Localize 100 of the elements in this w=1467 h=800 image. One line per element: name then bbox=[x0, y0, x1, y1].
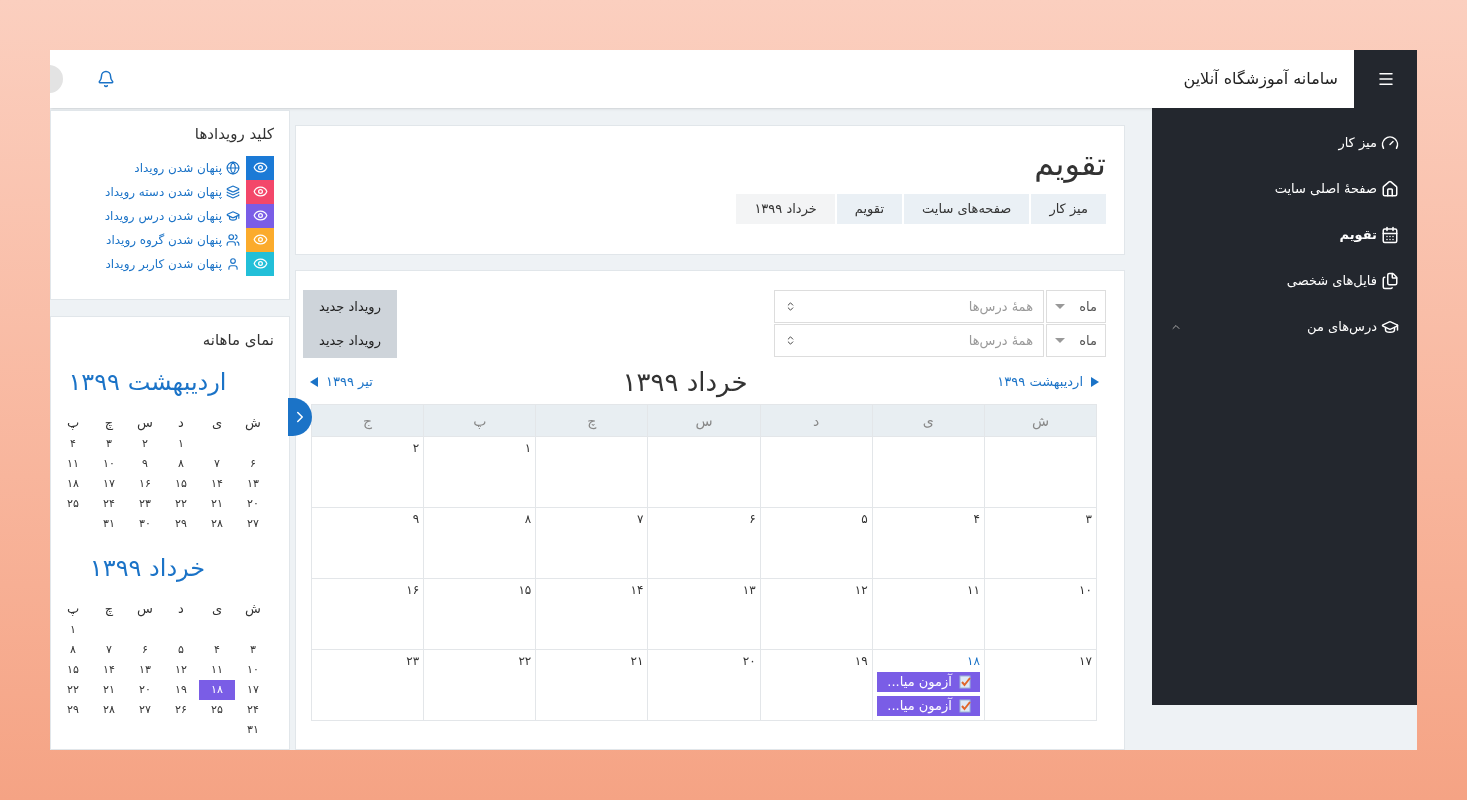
view-select[interactable]: ماه bbox=[1046, 290, 1106, 323]
day-number[interactable]: ۱۶ bbox=[406, 583, 420, 597]
calendar-day[interactable]: ۲۴ bbox=[235, 699, 271, 720]
calendar-day[interactable]: ۱۳ bbox=[235, 473, 271, 494]
day-number[interactable]: ۹ bbox=[412, 512, 420, 526]
calendar-day[interactable]: ۲ bbox=[127, 433, 163, 454]
calendar-day[interactable]: ۷ bbox=[199, 453, 235, 474]
calendar-day[interactable]: ۱۵ bbox=[163, 473, 199, 494]
event-filter-link[interactable]: پنهان شدن رویداد bbox=[134, 158, 222, 177]
day-number[interactable]: ۱۵ bbox=[518, 583, 532, 597]
calendar-day[interactable]: ۱۷ bbox=[235, 679, 271, 700]
visibility-toggle[interactable] bbox=[246, 179, 274, 204]
calendar-day[interactable]: ۱۹ bbox=[163, 679, 199, 700]
day-number[interactable]: ۱۰ bbox=[1079, 583, 1092, 597]
day-number[interactable]: ۱۹ bbox=[854, 654, 868, 668]
day-number[interactable]: ۴ bbox=[973, 512, 980, 526]
previous-month-link[interactable]: اردیبهشت ۱۳۹۹ bbox=[997, 372, 1099, 392]
calendar-day[interactable]: ۱۸ bbox=[199, 679, 235, 700]
event-filter-link[interactable]: پنهان شدن گروه رویداد bbox=[106, 230, 222, 249]
breadcrumb-item[interactable]: تقویم bbox=[834, 194, 903, 224]
event-chip[interactable]: آزمون میا... bbox=[876, 672, 980, 692]
calendar-day[interactable]: ۱۳ bbox=[127, 659, 163, 680]
calendar-day[interactable]: ۱۷ bbox=[91, 473, 127, 494]
event-filter-link[interactable]: پنهان شدن درس رویداد bbox=[104, 206, 222, 225]
calendar-day[interactable]: ۲۷ bbox=[127, 699, 163, 720]
day-number[interactable]: ۲۱ bbox=[630, 654, 644, 668]
calendar-day[interactable]: ۳۰ bbox=[127, 513, 163, 534]
calendar-day[interactable]: ۲۹ bbox=[163, 513, 199, 534]
calendar-day[interactable]: ۱۸ bbox=[55, 473, 91, 494]
calendar-day[interactable]: ۵ bbox=[163, 639, 199, 660]
calendar-day[interactable]: ۱۶ bbox=[127, 473, 163, 494]
calendar-day[interactable]: ۳ bbox=[235, 639, 271, 660]
calendar-day[interactable]: ۱۰ bbox=[91, 453, 127, 474]
day-number[interactable]: ۱۸ bbox=[966, 654, 980, 668]
notification-bell-icon[interactable] bbox=[97, 70, 115, 88]
day-number[interactable]: ۶ bbox=[749, 512, 756, 526]
breadcrumb-item[interactable]: خرداد ۱۳۹۹ bbox=[736, 194, 835, 224]
day-number[interactable]: ۷ bbox=[637, 512, 644, 526]
visibility-toggle[interactable] bbox=[246, 203, 274, 228]
day-number[interactable]: ۵ bbox=[861, 512, 868, 526]
calendar-day[interactable]: ۸ bbox=[55, 639, 91, 660]
event-filter-link[interactable]: پنهان شدن کاربر رویداد bbox=[105, 254, 222, 273]
breadcrumb-item[interactable]: صفحه‌های سایت bbox=[902, 194, 1030, 224]
event-chip[interactable]: آزمون میا... bbox=[876, 696, 980, 716]
calendar-day[interactable]: ۱۵ bbox=[55, 659, 91, 680]
calendar-day[interactable]: ۶ bbox=[235, 453, 271, 474]
calendar-day[interactable]: ۱۱ bbox=[55, 453, 91, 474]
sidebar-item[interactable]: فایل‌های شخصی bbox=[1152, 258, 1417, 304]
calendar-day[interactable]: ۳۱ bbox=[235, 719, 271, 740]
calendar-day[interactable]: ۴ bbox=[199, 639, 235, 660]
day-number[interactable]: ۲۰ bbox=[742, 654, 756, 668]
calendar-day[interactable]: ۴ bbox=[55, 433, 91, 454]
calendar-day[interactable]: ۱۱ bbox=[199, 659, 235, 680]
sidebar-item[interactable]: تقویم bbox=[1152, 212, 1417, 258]
calendar-day[interactable]: ۱۲ bbox=[163, 659, 199, 680]
calendar-day[interactable]: ۲۲ bbox=[163, 493, 199, 514]
next-month-link[interactable]: تیر ۱۳۹۹ bbox=[310, 372, 373, 392]
day-number[interactable]: ۱۳ bbox=[742, 583, 756, 597]
day-number[interactable]: ۱۴ bbox=[630, 583, 644, 597]
event-filter-link[interactable]: پنهان شدن دسته رویداد bbox=[105, 182, 222, 201]
calendar-day[interactable]: ۲۶ bbox=[163, 699, 199, 720]
visibility-toggle[interactable] bbox=[246, 251, 274, 276]
breadcrumb-item[interactable]: میز کار bbox=[1029, 194, 1106, 224]
calendar-day[interactable]: ۱۰ bbox=[235, 659, 271, 680]
calendar-day[interactable]: ۲۵ bbox=[199, 699, 235, 720]
calendar-day[interactable]: ۸ bbox=[163, 453, 199, 474]
calendar-day[interactable]: ۲۴ bbox=[91, 493, 127, 514]
day-number[interactable]: ۱۲ bbox=[854, 583, 868, 597]
drawer-toggle-button[interactable] bbox=[288, 398, 312, 436]
day-number[interactable]: ۲ bbox=[412, 441, 420, 455]
sidebar-item[interactable]: میز کار bbox=[1152, 120, 1417, 166]
calendar-day[interactable]: ۲۰ bbox=[127, 679, 163, 700]
calendar-day[interactable]: ۱ bbox=[163, 433, 199, 454]
sidebar-item[interactable]: صفحهٔ اصلی سایت bbox=[1152, 166, 1417, 212]
day-number[interactable]: ۲۲ bbox=[518, 654, 532, 668]
day-number[interactable]: ۱ bbox=[524, 441, 532, 455]
calendar-day[interactable]: ۲۷ bbox=[235, 513, 271, 534]
calendar-day[interactable]: ۲۸ bbox=[91, 699, 127, 720]
view-select[interactable]: ماه bbox=[1046, 324, 1106, 357]
calendar-day[interactable]: ۲۲ bbox=[55, 679, 91, 700]
calendar-day[interactable]: ۲۱ bbox=[199, 493, 235, 514]
calendar-day[interactable]: ۲۸ bbox=[199, 513, 235, 534]
calendar-day[interactable]: ۳ bbox=[91, 433, 127, 454]
day-number[interactable]: ۱۷ bbox=[1079, 654, 1092, 668]
visibility-toggle[interactable] bbox=[246, 227, 274, 252]
sidebar-item[interactable]: درس‌های من bbox=[1152, 304, 1417, 350]
calendar-day[interactable]: ۲۵ bbox=[55, 493, 91, 514]
calendar-day[interactable]: ۶ bbox=[127, 639, 163, 660]
calendar-day[interactable]: ۳۱ bbox=[91, 513, 127, 534]
calendar-day[interactable]: ۱ bbox=[55, 619, 91, 640]
day-number[interactable]: ۱۱ bbox=[966, 583, 980, 597]
calendar-day[interactable]: ۷ bbox=[91, 639, 127, 660]
calendar-day[interactable]: ۱۴ bbox=[91, 659, 127, 680]
calendar-day[interactable]: ۹ bbox=[127, 453, 163, 474]
menu-button[interactable] bbox=[1354, 50, 1417, 108]
calendar-day[interactable]: ۲۹ bbox=[55, 699, 91, 720]
calendar-day[interactable]: ۲۳ bbox=[127, 493, 163, 514]
visibility-toggle[interactable] bbox=[246, 155, 274, 180]
day-number[interactable]: ۸ bbox=[524, 512, 532, 526]
day-number[interactable]: ۳ bbox=[1085, 512, 1092, 526]
